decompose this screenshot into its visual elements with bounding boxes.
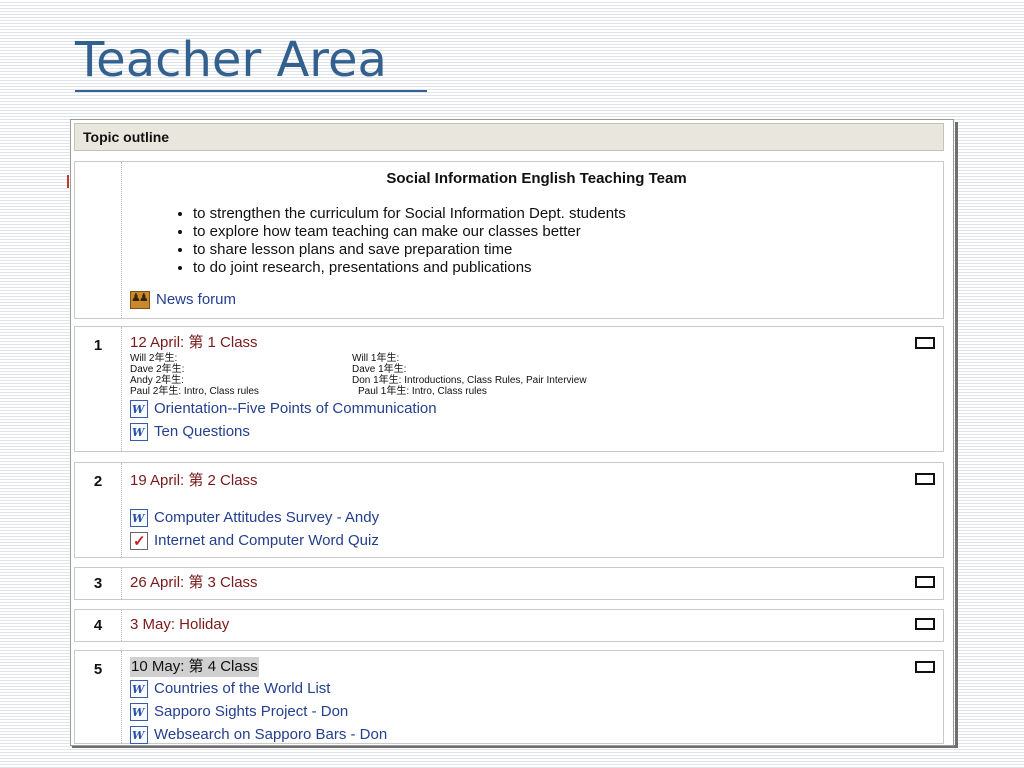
resource-label: Computer Attitudes Survey - Andy (154, 509, 380, 526)
goal-item: to strengthen the curriculum for Social … (193, 205, 626, 223)
note-line: Paul 1年生: Intro, Class rules (358, 386, 487, 397)
section-date: 19 April: 第 2 Class (130, 472, 258, 489)
resource-link[interactable]: Computer Attitudes Survey - Andy (130, 506, 903, 529)
topic-outline-header: Topic outline (74, 123, 944, 151)
section-3: 3 26 April: 第 3 Class (74, 567, 944, 600)
section-4: 4 3 May: Holiday (74, 609, 944, 642)
note-line: Paul 2年生: Intro, Class rules (130, 386, 259, 397)
section-number: 2 (75, 463, 122, 557)
section-2: 2 19 April: 第 2 Class Computer Attitudes… (74, 462, 944, 558)
section-checkbox[interactable] (915, 661, 935, 673)
word-doc-icon (130, 508, 148, 527)
section-number: 5 (75, 651, 122, 743)
section-intro: Social Information English Teaching Team… (74, 161, 944, 319)
section-date: 12 April: 第 1 Class (130, 334, 258, 351)
section-checkbox[interactable] (915, 618, 935, 630)
section-number: 3 (75, 568, 122, 599)
goal-item: to share lesson plans and save preparati… (193, 241, 626, 259)
note-line: Will 2年生: (130, 353, 178, 364)
resource-link[interactable]: Websearch on Sapporo Bars - Don (130, 723, 903, 746)
course-title: Social Information English Teaching Team (386, 170, 687, 187)
resource-label: Ten Questions (154, 423, 250, 440)
note-line: Andy 2年生: (130, 375, 184, 386)
section-checkbox[interactable] (915, 473, 935, 485)
resource-label: Countries of the World List (154, 680, 331, 697)
section-content: 12 April: 第 1 Class Will 2年生: Dave 2年生: … (130, 333, 903, 443)
topic-outline-panel: Topic outline Social Information English… (70, 119, 954, 746)
section-content: Social Information English Teaching Team… (130, 162, 943, 318)
section-number (75, 162, 122, 318)
section-checkbox[interactable] (915, 576, 935, 588)
section-checkbox[interactable] (915, 337, 935, 349)
resource-link[interactable]: Countries of the World List (130, 677, 903, 700)
section-number: 4 (75, 610, 122, 641)
section-date: 3 May: Holiday (130, 616, 230, 633)
quiz-icon (130, 531, 148, 550)
notes-column-left: Will 2年生: Dave 2年生: Andy 2年生: Paul 2年生: … (130, 353, 259, 397)
resource-label: Internet and Computer Word Quiz (154, 532, 379, 549)
section-5: 5 10 May: 第 4 Class Countries of the Wor… (74, 650, 944, 744)
resource-label: News forum (156, 291, 237, 308)
slide-title: Teacher Area (75, 32, 387, 88)
section-date: 26 April: 第 3 Class (130, 574, 258, 591)
resource-label: Websearch on Sapporo Bars - Don (154, 726, 388, 743)
section-number: 1 (75, 327, 122, 451)
goal-list: to strengthen the curriculum for Social … (175, 205, 626, 277)
word-doc-icon (130, 679, 148, 698)
word-doc-icon (130, 702, 148, 721)
resource-link[interactable]: Orientation--Five Points of Communicatio… (130, 397, 903, 420)
resource-link[interactable]: Internet and Computer Word Quiz (130, 529, 903, 552)
section-date: 10 May: 第 4 Class (130, 657, 259, 677)
resource-label: Orientation--Five Points of Communicatio… (154, 400, 437, 417)
teacher-notes: Will 2年生: Dave 2年生: Andy 2年生: Paul 2年生: … (130, 353, 903, 397)
goal-item: to do joint research, presentations and … (193, 259, 626, 277)
section-content: 26 April: 第 3 Class (130, 573, 903, 593)
goal-item: to explore how team teaching can make ou… (193, 223, 626, 241)
note-line: Don 1年生: Introductions, Class Rules, Pai… (352, 375, 587, 386)
panel-shadow (955, 122, 958, 748)
section-content: 10 May: 第 4 Class Countries of the World… (130, 657, 903, 746)
word-doc-icon (130, 422, 148, 441)
note-line: Dave 1年生: (352, 364, 407, 375)
resource-link[interactable]: Ten Questions (130, 420, 903, 443)
note-line: Will 1年生: (352, 353, 400, 364)
notes-column-right: Will 1年生: Dave 1年生: Don 1年生: Introductio… (352, 353, 587, 397)
news-forum-link[interactable]: News forum (130, 288, 236, 311)
section-1: 1 12 April: 第 1 Class Will 2年生: Dave 2年生… (74, 326, 944, 452)
red-marker (67, 175, 69, 188)
resource-link[interactable]: Sapporo Sights Project - Don (130, 700, 903, 723)
section-content: 19 April: 第 2 Class Computer Attitudes S… (130, 471, 903, 552)
word-doc-icon (130, 399, 148, 418)
word-doc-icon (130, 725, 148, 744)
note-line: Dave 2年生: (130, 364, 185, 375)
resource-label: Sapporo Sights Project - Don (154, 703, 349, 720)
title-underline (75, 90, 427, 92)
section-content: 3 May: Holiday (130, 615, 903, 635)
forum-icon (130, 290, 150, 309)
